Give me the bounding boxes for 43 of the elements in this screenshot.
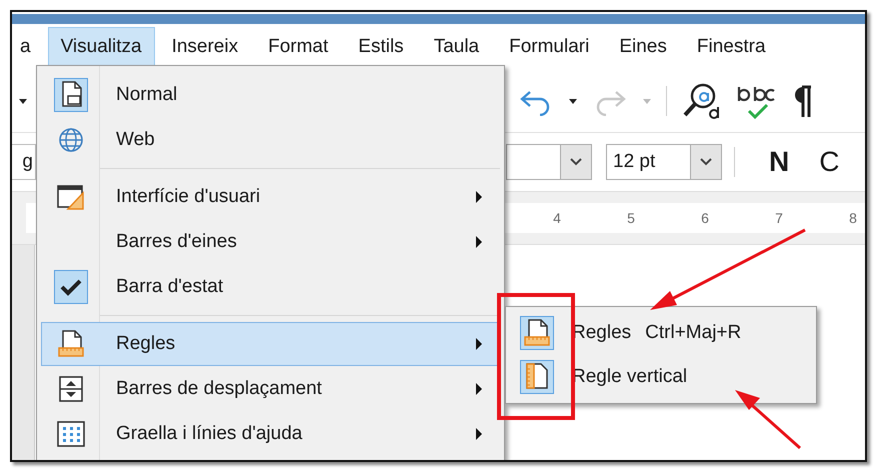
menu-item[interactable]: Normal [41,73,500,117]
chevron-icon[interactable] [569,157,583,167]
menu-item[interactable]: Barres de desplaçament [41,367,500,411]
ruler-number: 4 [552,210,562,226]
menu-item[interactable]: Graella i línies d'ajuda [41,412,500,456]
menu-item[interactable]: Formulari [496,27,602,67]
menu-item-label: Barres de desplaçament [116,378,322,400]
menu-item[interactable]: Taula [420,27,492,67]
chevron-icon[interactable] [699,157,713,167]
annotation-arrow [735,390,801,450]
menu-item[interactable]: Regles [41,322,500,366]
menu-item[interactable]: Interfície d'usuari [41,175,500,219]
menu-item[interactable]: Web [41,118,500,162]
menu-item[interactable]: Eines [606,27,680,67]
italic-button[interactable]: C [819,146,840,178]
menu-item[interactable]: Barra d'estat [41,265,500,309]
find-replace-icon[interactable] [681,81,721,121]
menu-item[interactable]: Estils [345,27,417,67]
menu-item[interactable]: a [12,27,44,67]
ruler-number: 7 [774,210,784,226]
bold-button[interactable]: N [769,146,790,178]
menu-item-label: Barra d'estat [116,276,224,298]
menu-item[interactable]: Format [255,27,342,67]
menu-item-label: Graella i línies d'ajuda [116,423,302,445]
shortcut-label: Ctrl+Maj+R [645,322,742,344]
menu-item[interactable]: Barres d'eines [41,220,500,264]
menu-item-label: Normal [116,84,178,106]
menu-item-label: Web [116,129,155,151]
menu-item-label: Regles [116,333,176,355]
menu-item[interactable]: Insereix [158,27,252,67]
menu-item-label: Interfície d'usuari [116,186,260,208]
menu-item-label: Barres d'eines [116,231,237,253]
paragraph-style-field[interactable]: g [12,144,36,180]
font-name-field[interactable] [506,144,592,180]
ruler-number: 5 [626,210,636,226]
ruler-number: 8 [848,210,858,226]
font-size-field[interactable]: 12 pt [606,144,722,180]
caret-icon[interactable] [18,97,28,105]
ruler-number: 6 [700,210,710,226]
menu-item[interactable]: Visualitza [48,27,155,67]
dotted-grid-icon [55,418,87,450]
menu-item[interactable]: Finestra [684,27,779,67]
caret-icon[interactable] [568,97,578,105]
